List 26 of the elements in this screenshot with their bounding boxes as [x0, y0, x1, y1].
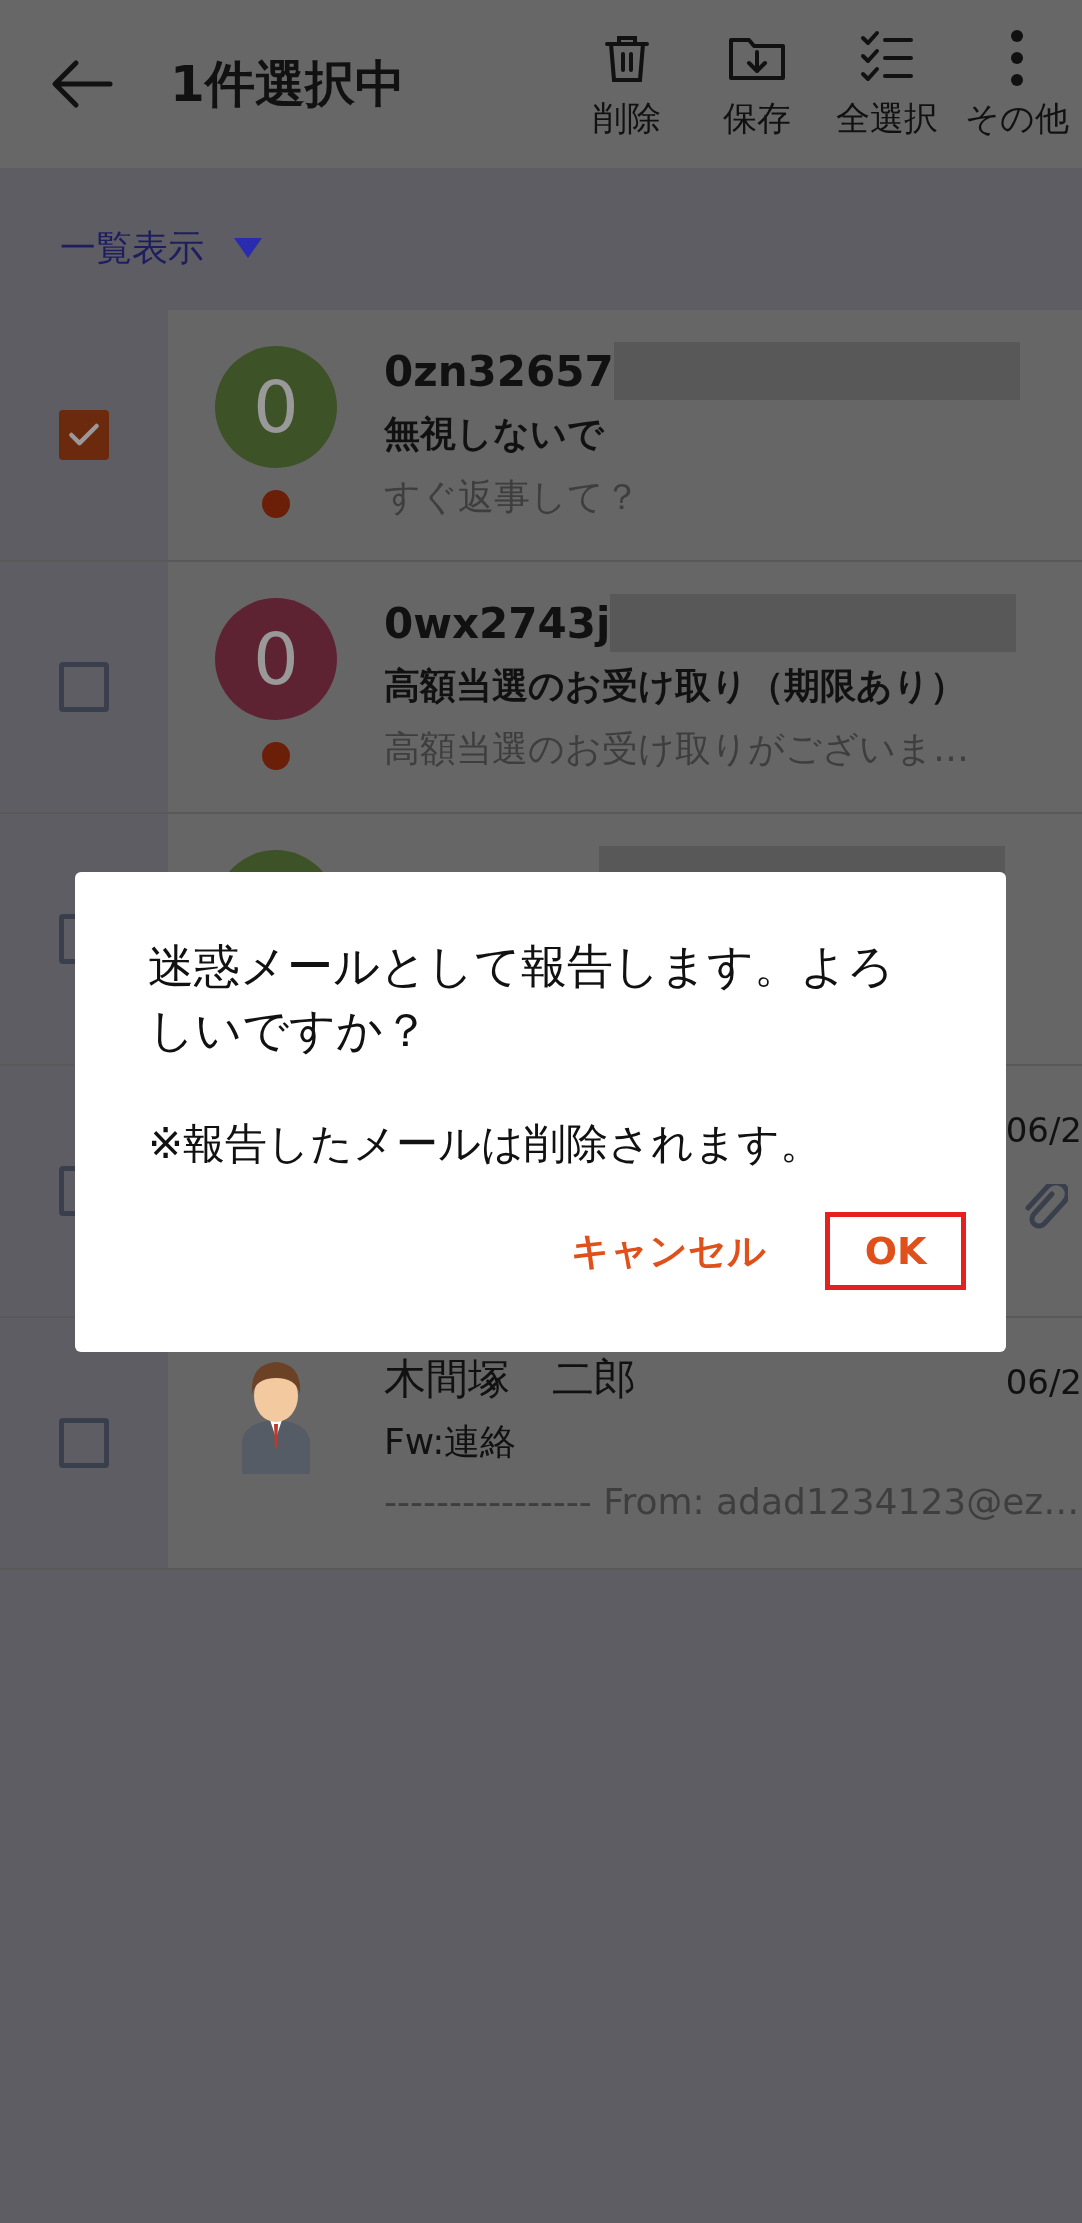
dropdown-caret-icon[interactable] [234, 238, 262, 258]
sender-name: 木間塚 二郎 [384, 1353, 636, 1405]
sender-name: 0zn32657 [384, 346, 614, 396]
back-arrow-icon[interactable] [50, 59, 114, 109]
checkbox[interactable] [59, 1418, 109, 1468]
message-date: 06/2 [1005, 1362, 1082, 1402]
checkbox[interactable] [59, 410, 109, 460]
sender-name: 0wx2743j [384, 598, 611, 648]
dialog-button[interactable]: OK [825, 1212, 966, 1290]
toolbar-button[interactable]: その他 [952, 0, 1082, 168]
avatar: 0 [215, 346, 337, 468]
checkbox[interactable] [59, 662, 109, 712]
toolbar-button[interactable]: 削除 [562, 0, 692, 168]
toolbar-button[interactable]: 保存 [692, 0, 822, 168]
message-subject: 高額当選のお受け取り（期限あり） [384, 664, 967, 708]
avatar: 0 [215, 598, 337, 720]
view-mode-dropdown[interactable]: 一覧表示 [60, 223, 204, 273]
dialog-message: 迷惑メールとして報告します。よろしいですか？ [148, 938, 895, 1059]
dialog-note: ※報告したメールは削除されます。 [148, 1118, 824, 1170]
screen-title: 1件選択中 [170, 53, 406, 115]
toolbar-button[interactable]: 全選択 [822, 0, 952, 168]
message-subject: Fw:連絡 [384, 1420, 518, 1464]
dialog-button[interactable]: キャンセル [556, 1212, 781, 1290]
message-subject: 無視しないで [384, 412, 605, 456]
more-icon [1010, 29, 1024, 87]
message-date: 06/2 [1005, 1110, 1082, 1150]
